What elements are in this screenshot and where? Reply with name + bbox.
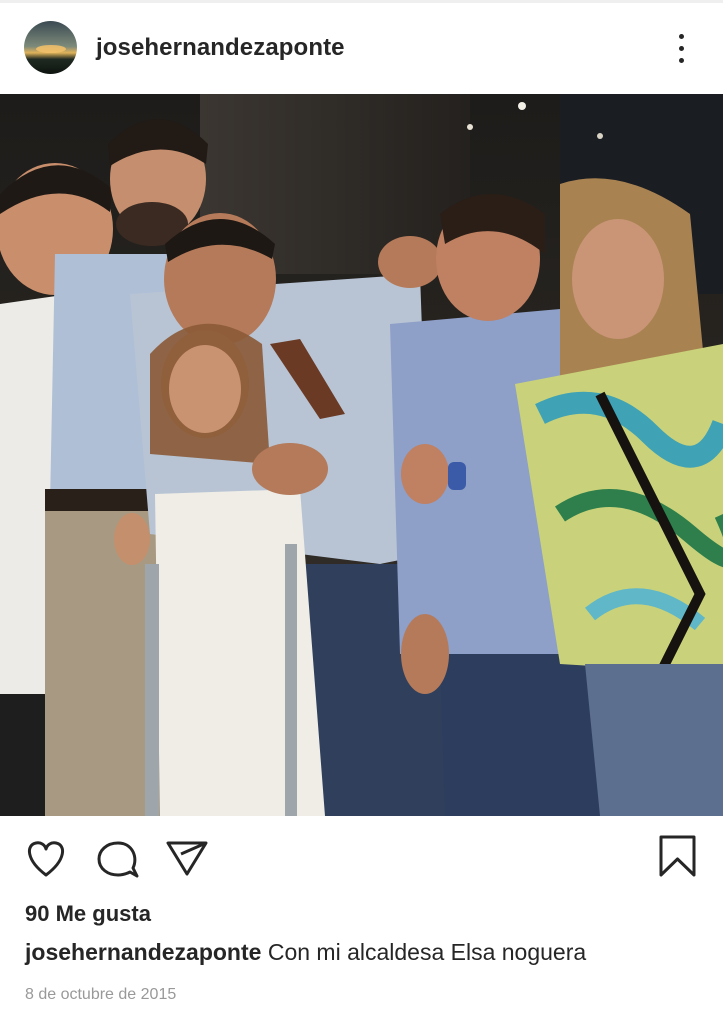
bookmark-icon[interactable] xyxy=(658,834,698,885)
post-header: josehernandezaponte xyxy=(0,3,723,94)
post-date: 8 de octubre de 2015 xyxy=(25,986,177,1003)
post-photo[interactable]: RKDICIOK10SONNEIROEW YORKHA15 xyxy=(0,94,723,816)
post-username[interactable]: josehernandezaponte xyxy=(96,34,345,62)
post-actions xyxy=(0,816,723,900)
caption: josehernandezaponte Con mi alcaldesa Els… xyxy=(25,939,586,966)
likes-count[interactable]: 90 Me gusta xyxy=(25,901,151,927)
caption-text: Con mi alcaldesa Elsa noguera xyxy=(267,939,587,965)
send-icon[interactable] xyxy=(165,838,209,883)
post-photo-image: RKDICIOK10SONNEIROEW YORKHA15 xyxy=(0,94,723,816)
more-options-icon[interactable] xyxy=(670,31,692,67)
avatar[interactable] xyxy=(24,21,77,74)
heart-icon[interactable] xyxy=(24,838,68,883)
comment-icon[interactable] xyxy=(96,838,140,885)
caption-username[interactable]: josehernandezaponte xyxy=(25,939,261,965)
